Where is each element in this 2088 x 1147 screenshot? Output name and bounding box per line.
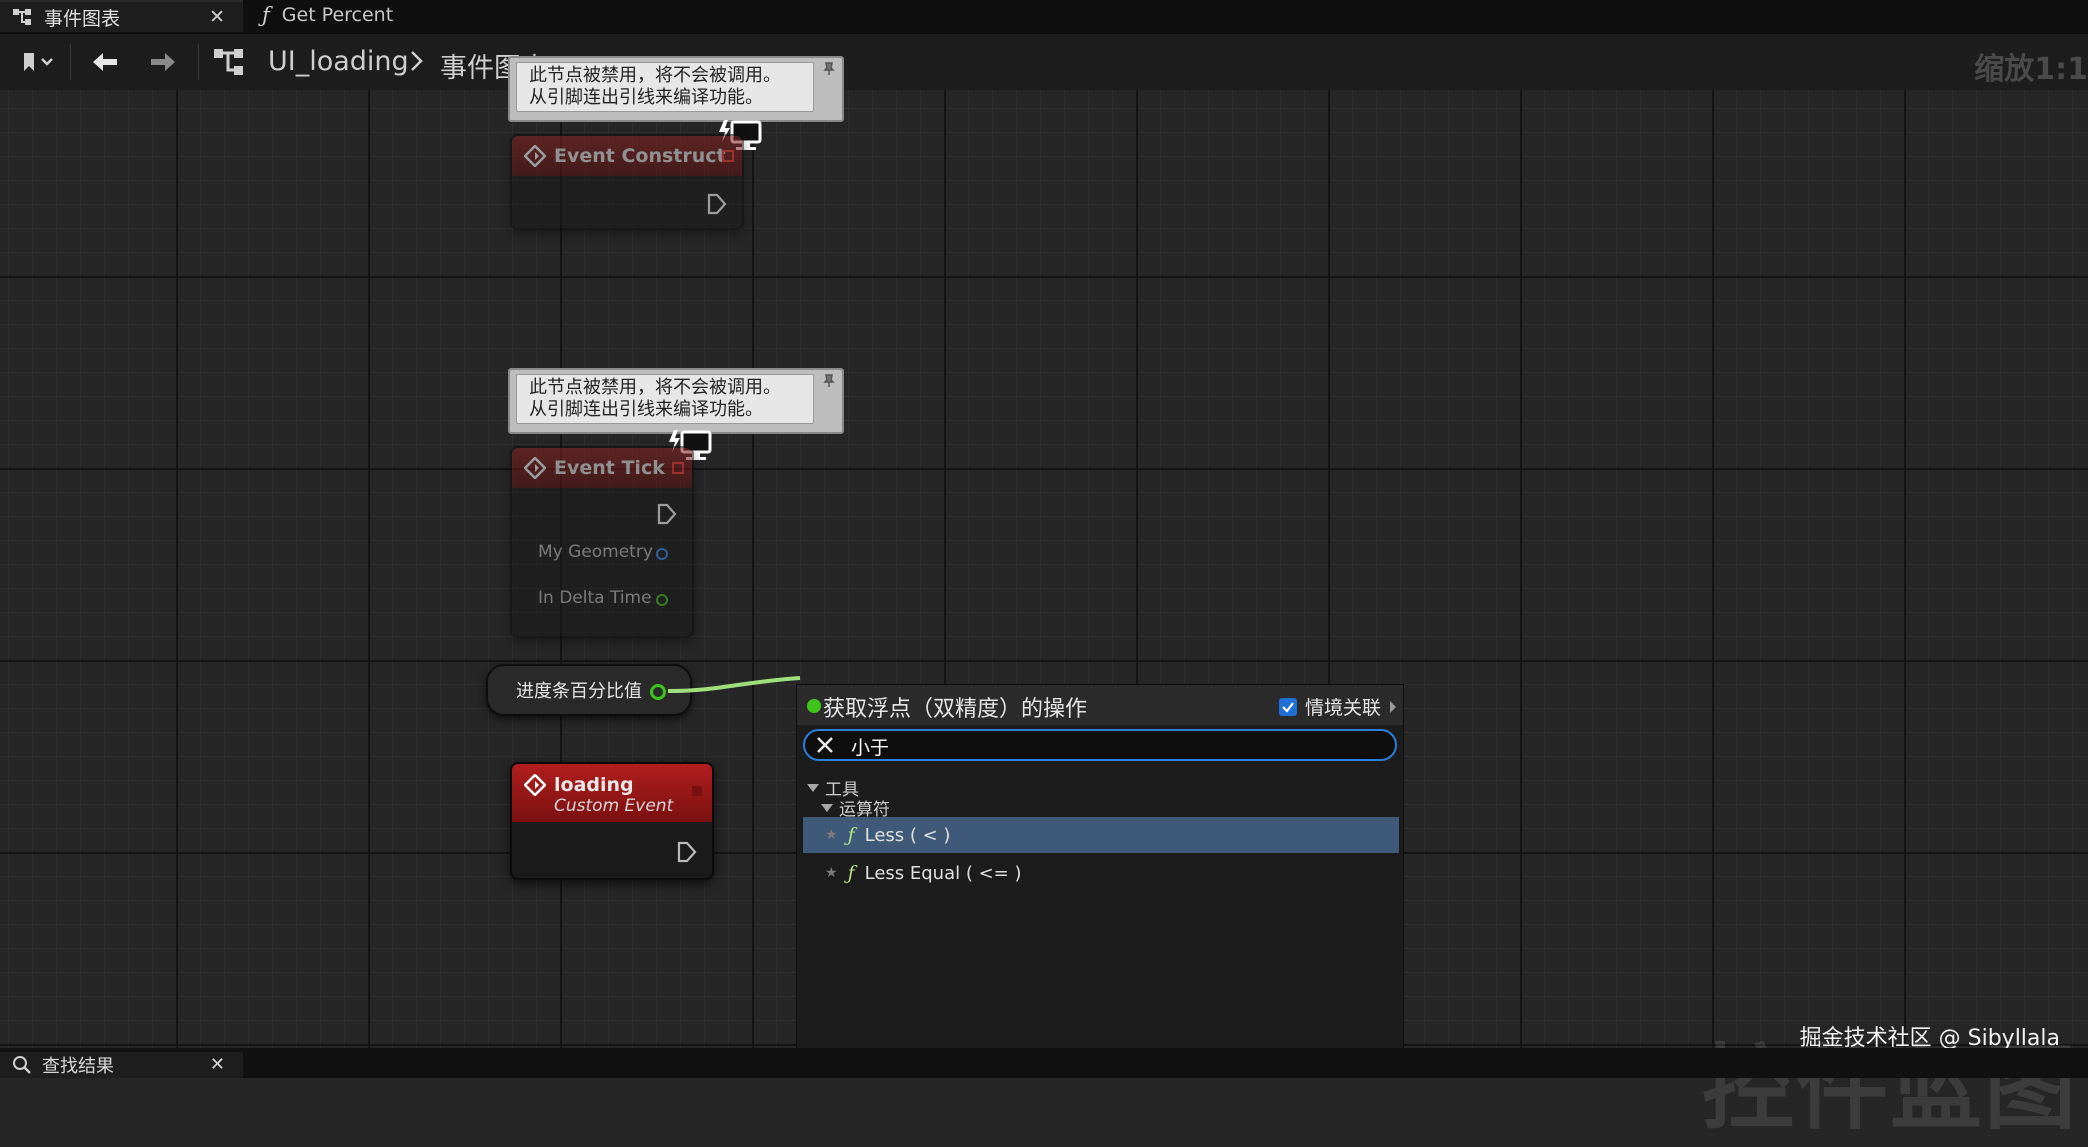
- close-icon[interactable]: ✕: [209, 6, 225, 28]
- arrow-left-icon: [93, 53, 117, 71]
- star-icon[interactable]: ★: [825, 827, 838, 843]
- editor-tab-bar: 事件图表 ✕ ƒ Get Percent: [0, 0, 2088, 34]
- function-icon: ƒ: [847, 824, 855, 846]
- breadcrumb-separator-icon: [408, 46, 426, 83]
- node-subtitle: Custom Event: [554, 796, 674, 816]
- graph-icon: [214, 49, 243, 75]
- pin-icon[interactable]: [822, 374, 836, 388]
- action-label: Less ( < ): [864, 824, 951, 846]
- menu-title: 获取浮点（双精度）的操作: [823, 697, 1088, 722]
- function-icon: ƒ: [847, 862, 855, 884]
- pin-icon[interactable]: [822, 62, 836, 76]
- context-label: 情境关联: [1304, 697, 1381, 719]
- tab-find-results[interactable]: 查找结果 ✕: [0, 1052, 243, 1078]
- expand-triangle-icon: [821, 803, 833, 812]
- zoom-level: 缩放1:1: [1974, 52, 2088, 87]
- event-diamond-icon: [524, 774, 546, 796]
- context-sensitive-toggle[interactable]: 情境关联: [1278, 693, 1397, 720]
- arrow-right-icon: [151, 53, 175, 71]
- delegate-pin[interactable]: [692, 786, 702, 796]
- bottom-panel-bar: 查找结果 ✕: [0, 1048, 2088, 1078]
- function-icon: ƒ: [262, 3, 270, 27]
- bookmark-button[interactable]: [8, 34, 64, 90]
- node-title: loading: [554, 774, 634, 796]
- menu-header: 获取浮点（双精度）的操作 情境关联: [797, 685, 1403, 725]
- float-type-icon: [807, 699, 821, 713]
- action-item-less-equal[interactable]: ★ ƒ Less Equal ( <= ): [803, 855, 1399, 891]
- action-menu: 获取浮点（双精度）的操作 情境关联 工具 运算符 ★ ƒ Less ( < ) …: [796, 684, 1404, 1078]
- action-item-less[interactable]: ★ ƒ Less ( < ): [803, 817, 1399, 853]
- triangle-right-icon[interactable]: [1389, 700, 1397, 714]
- exec-output-pin[interactable]: [676, 840, 698, 864]
- checkbox-checked-icon[interactable]: [1278, 697, 1297, 716]
- loading-custom-event-node[interactable]: loading Custom Event: [510, 762, 714, 880]
- toolbar-divider: [198, 44, 199, 80]
- search-box[interactable]: [803, 729, 1397, 761]
- node-header: loading Custom Event: [512, 764, 712, 822]
- graph-toolbar: UI_loading 事件图表 缩放1:1: [0, 34, 2088, 91]
- close-icon[interactable]: ✕: [210, 1054, 225, 1075]
- toolbar-divider: [70, 44, 71, 80]
- graph-breadcrumb-icon-button: [208, 34, 250, 90]
- tab-event-graph[interactable]: 事件图表 ✕: [0, 0, 243, 32]
- search-input[interactable]: [849, 733, 1373, 759]
- tab-label: Get Percent: [281, 4, 394, 26]
- breadcrumb-root[interactable]: UI_loading: [268, 46, 409, 77]
- graph-icon: [12, 8, 34, 26]
- tab-get-percent[interactable]: ƒ Get Percent: [250, 0, 490, 30]
- star-icon[interactable]: ★: [825, 865, 838, 881]
- tab-label: 事件图表: [44, 7, 121, 30]
- bookmark-icon: [24, 53, 53, 71]
- back-button[interactable]: [82, 34, 128, 90]
- action-label: Less Equal ( <= ): [864, 862, 1022, 884]
- comment-line: 此节点被禁用，将不会被调用。: [529, 65, 781, 86]
- forward-button[interactable]: [140, 34, 186, 90]
- tab-label: 查找结果: [42, 1056, 114, 1077]
- drag-wire: [667, 676, 801, 693]
- search-icon: [13, 1056, 31, 1074]
- clear-search-icon[interactable]: [815, 735, 835, 755]
- expand-triangle-icon: [807, 783, 819, 792]
